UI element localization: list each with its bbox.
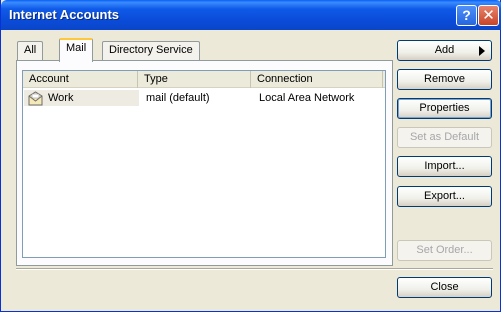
tab-all[interactable]: All xyxy=(17,41,44,60)
list-header: Account Type Connection xyxy=(23,71,385,88)
export-button[interactable]: Export... xyxy=(397,186,492,207)
tab-directory-service[interactable]: Directory Service xyxy=(102,41,200,60)
close-button[interactable]: Close xyxy=(397,277,492,298)
account-type: mail (default) xyxy=(146,92,210,104)
mail-account-icon xyxy=(28,91,43,106)
tab-mail[interactable]: Mail xyxy=(59,38,94,62)
accounts-list[interactable]: Account Type Connection Work mail (defau… xyxy=(22,70,386,258)
properties-button[interactable]: Properties xyxy=(397,98,492,119)
account-name: Work xyxy=(48,92,74,104)
add-button[interactable]: Add xyxy=(397,40,492,61)
set-order-button[interactable]: Set Order... xyxy=(397,240,492,261)
submenu-arrow-icon xyxy=(479,46,485,56)
internet-accounts-window: Internet Accounts ? ✕ All Mail Directory… xyxy=(0,0,501,312)
set-as-default-button[interactable]: Set as Default xyxy=(397,127,492,148)
account-cell: Work xyxy=(24,90,139,106)
divider-highlight xyxy=(16,269,493,270)
account-connection: Local Area Network xyxy=(259,92,355,104)
column-header-account[interactable]: Account xyxy=(23,71,138,88)
import-button[interactable]: Import... xyxy=(397,156,492,177)
list-item[interactable]: Work mail (default) Local Area Network xyxy=(24,89,384,107)
column-header-connection[interactable]: Connection xyxy=(251,71,383,88)
help-button[interactable]: ? xyxy=(456,5,477,26)
title-bar[interactable]: Internet Accounts ? ✕ xyxy=(1,0,501,30)
column-header-type[interactable]: Type xyxy=(138,71,251,88)
add-button-label: Add xyxy=(434,44,455,56)
close-window-button[interactable]: ✕ xyxy=(478,5,499,26)
remove-button[interactable]: Remove xyxy=(397,69,492,90)
window-title: Internet Accounts xyxy=(9,7,120,22)
